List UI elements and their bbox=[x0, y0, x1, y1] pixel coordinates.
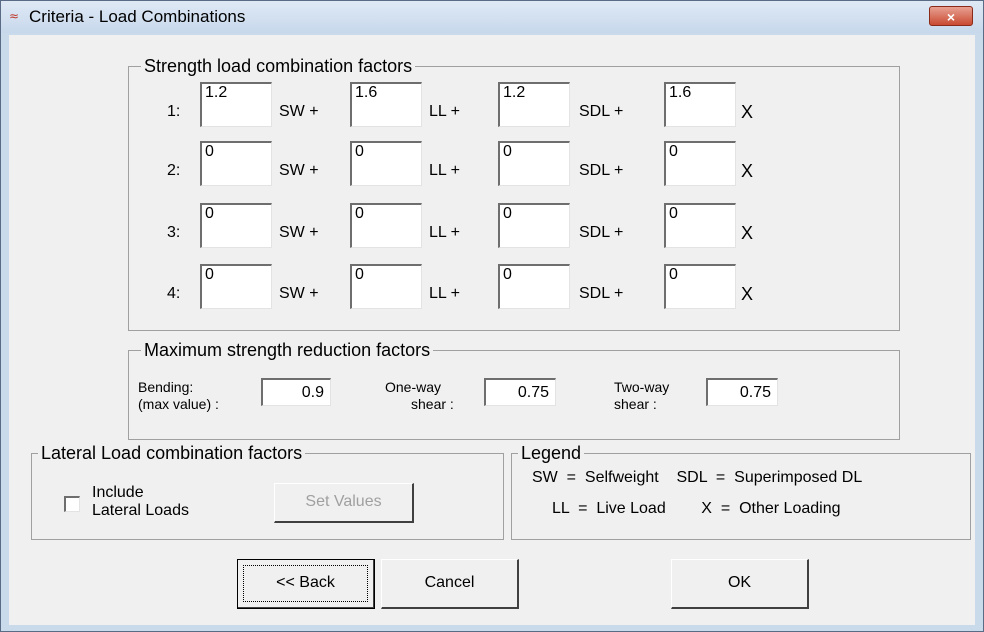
row-2-ll-input[interactable]: 0 bbox=[350, 141, 422, 186]
set-values-label: Set Values bbox=[305, 493, 382, 510]
legend-line-1: SW = Selfweight SDL = Superimposed DL bbox=[532, 469, 863, 486]
legend-line-2: LL = Live Load X = Other Loading bbox=[552, 500, 841, 517]
row-3-ll-input[interactable]: 0 bbox=[350, 203, 422, 248]
bending-label-sub: (max value) : bbox=[138, 396, 219, 412]
row-1-ll-suffix: LL + bbox=[429, 103, 460, 120]
title-bar[interactable]: ≈ Criteria - Load Combinations × bbox=[1, 1, 983, 33]
row-2-ll-suffix: LL + bbox=[429, 162, 460, 179]
row-2-sw-input[interactable]: 0 bbox=[200, 141, 272, 186]
row-4-sw-suffix: SW + bbox=[279, 285, 319, 302]
window-title: Criteria - Load Combinations bbox=[29, 7, 246, 26]
row-2-sw-suffix: SW + bbox=[279, 162, 319, 179]
ok-label: OK bbox=[727, 574, 752, 591]
app-icon: ≈ bbox=[9, 9, 20, 23]
row-4-x-input[interactable]: 0 bbox=[664, 264, 736, 309]
criteria-dialog: ≈ Criteria - Load Combinations × Strengt… bbox=[0, 0, 984, 632]
row-2-label: 2: bbox=[167, 162, 181, 179]
twoway-shear-label-sub: shear : bbox=[614, 396, 657, 412]
row-3-sdl-input[interactable]: 0 bbox=[498, 203, 570, 248]
row-1-x-suffix: X bbox=[741, 102, 754, 122]
back-button[interactable]: << Back bbox=[237, 559, 375, 609]
row-3-sw-input[interactable]: 0 bbox=[200, 203, 272, 248]
dialog-client: Strength load combination factors 1: 1.2 S… bbox=[9, 35, 975, 625]
strength-factors-title: Strength load combination factors bbox=[141, 55, 416, 77]
oneway-shear-label: One-way bbox=[385, 379, 442, 395]
strength-factors-group: Strength load combination factors 1: 1.2 S… bbox=[128, 55, 900, 331]
row-3-ll-suffix: LL + bbox=[429, 224, 460, 241]
row-4-sdl-suffix: SDL + bbox=[579, 285, 624, 302]
row-2-sdl-suffix: SDL + bbox=[579, 162, 624, 179]
row-3-sdl-suffix: SDL + bbox=[579, 224, 624, 241]
bending-factor-input[interactable]: 0.9 bbox=[261, 378, 331, 406]
row-3-x-suffix: X bbox=[741, 223, 754, 243]
include-lateral-label-sub[interactable]: Lateral Loads bbox=[92, 502, 189, 520]
include-lateral-label[interactable]: Include bbox=[92, 484, 144, 502]
row-4-sw-input[interactable]: 0 bbox=[200, 264, 272, 309]
oneway-shear-label-sub: shear : bbox=[411, 396, 454, 412]
row-4-ll-input[interactable]: 0 bbox=[350, 264, 422, 309]
row-4-ll-suffix: LL + bbox=[429, 285, 460, 302]
ok-button[interactable]: OK bbox=[671, 559, 809, 609]
row-1-sdl-suffix: SDL + bbox=[579, 103, 624, 120]
row-4-sdl-input[interactable]: 0 bbox=[498, 264, 570, 309]
oneway-shear-factor-input[interactable]: 0.75 bbox=[484, 378, 556, 406]
include-lateral-checkbox[interactable] bbox=[64, 496, 80, 512]
reduction-factors-group: Maximum strength reduction factors Bendi… bbox=[128, 339, 900, 440]
bending-label: Bending: bbox=[138, 379, 194, 395]
legend-group: Legend SW = Selfweight SDL = Superimpose… bbox=[511, 442, 971, 540]
twoway-shear-factor-input[interactable]: 0.75 bbox=[706, 378, 778, 406]
row-1-ll-input[interactable]: 1.6 bbox=[350, 82, 422, 127]
row-1-sw-suffix: SW + bbox=[279, 103, 319, 120]
cancel-label: Cancel bbox=[424, 574, 475, 591]
row-2-sdl-input[interactable]: 0 bbox=[498, 141, 570, 186]
focus-rect bbox=[243, 565, 368, 602]
row-3-sw-suffix: SW + bbox=[279, 224, 319, 241]
row-3-label: 3: bbox=[167, 224, 181, 241]
twoway-shear-label: Two-way bbox=[614, 379, 670, 395]
row-4-x-suffix: X bbox=[741, 284, 754, 304]
row-1-label: 1: bbox=[167, 103, 181, 120]
row-1-sw-input[interactable]: 1.2 bbox=[200, 82, 272, 127]
lateral-factors-group: Lateral Load combination factors Include… bbox=[31, 442, 504, 540]
row-4-label: 4: bbox=[167, 285, 181, 302]
row-2-x-input[interactable]: 0 bbox=[664, 141, 736, 186]
set-values-button[interactable]: Set Values bbox=[274, 483, 414, 523]
lateral-factors-title: Lateral Load combination factors bbox=[38, 442, 306, 464]
row-2-x-suffix: X bbox=[741, 161, 754, 181]
legend-title: Legend bbox=[518, 442, 585, 464]
row-1-x-input[interactable]: 1.6 bbox=[664, 82, 736, 127]
reduction-factors-title: Maximum strength reduction factors bbox=[141, 339, 434, 361]
close-button[interactable]: × bbox=[929, 6, 973, 26]
row-3-x-input[interactable]: 0 bbox=[664, 203, 736, 248]
cancel-button[interactable]: Cancel bbox=[381, 559, 519, 609]
row-1-sdl-input[interactable]: 1.2 bbox=[498, 82, 570, 127]
